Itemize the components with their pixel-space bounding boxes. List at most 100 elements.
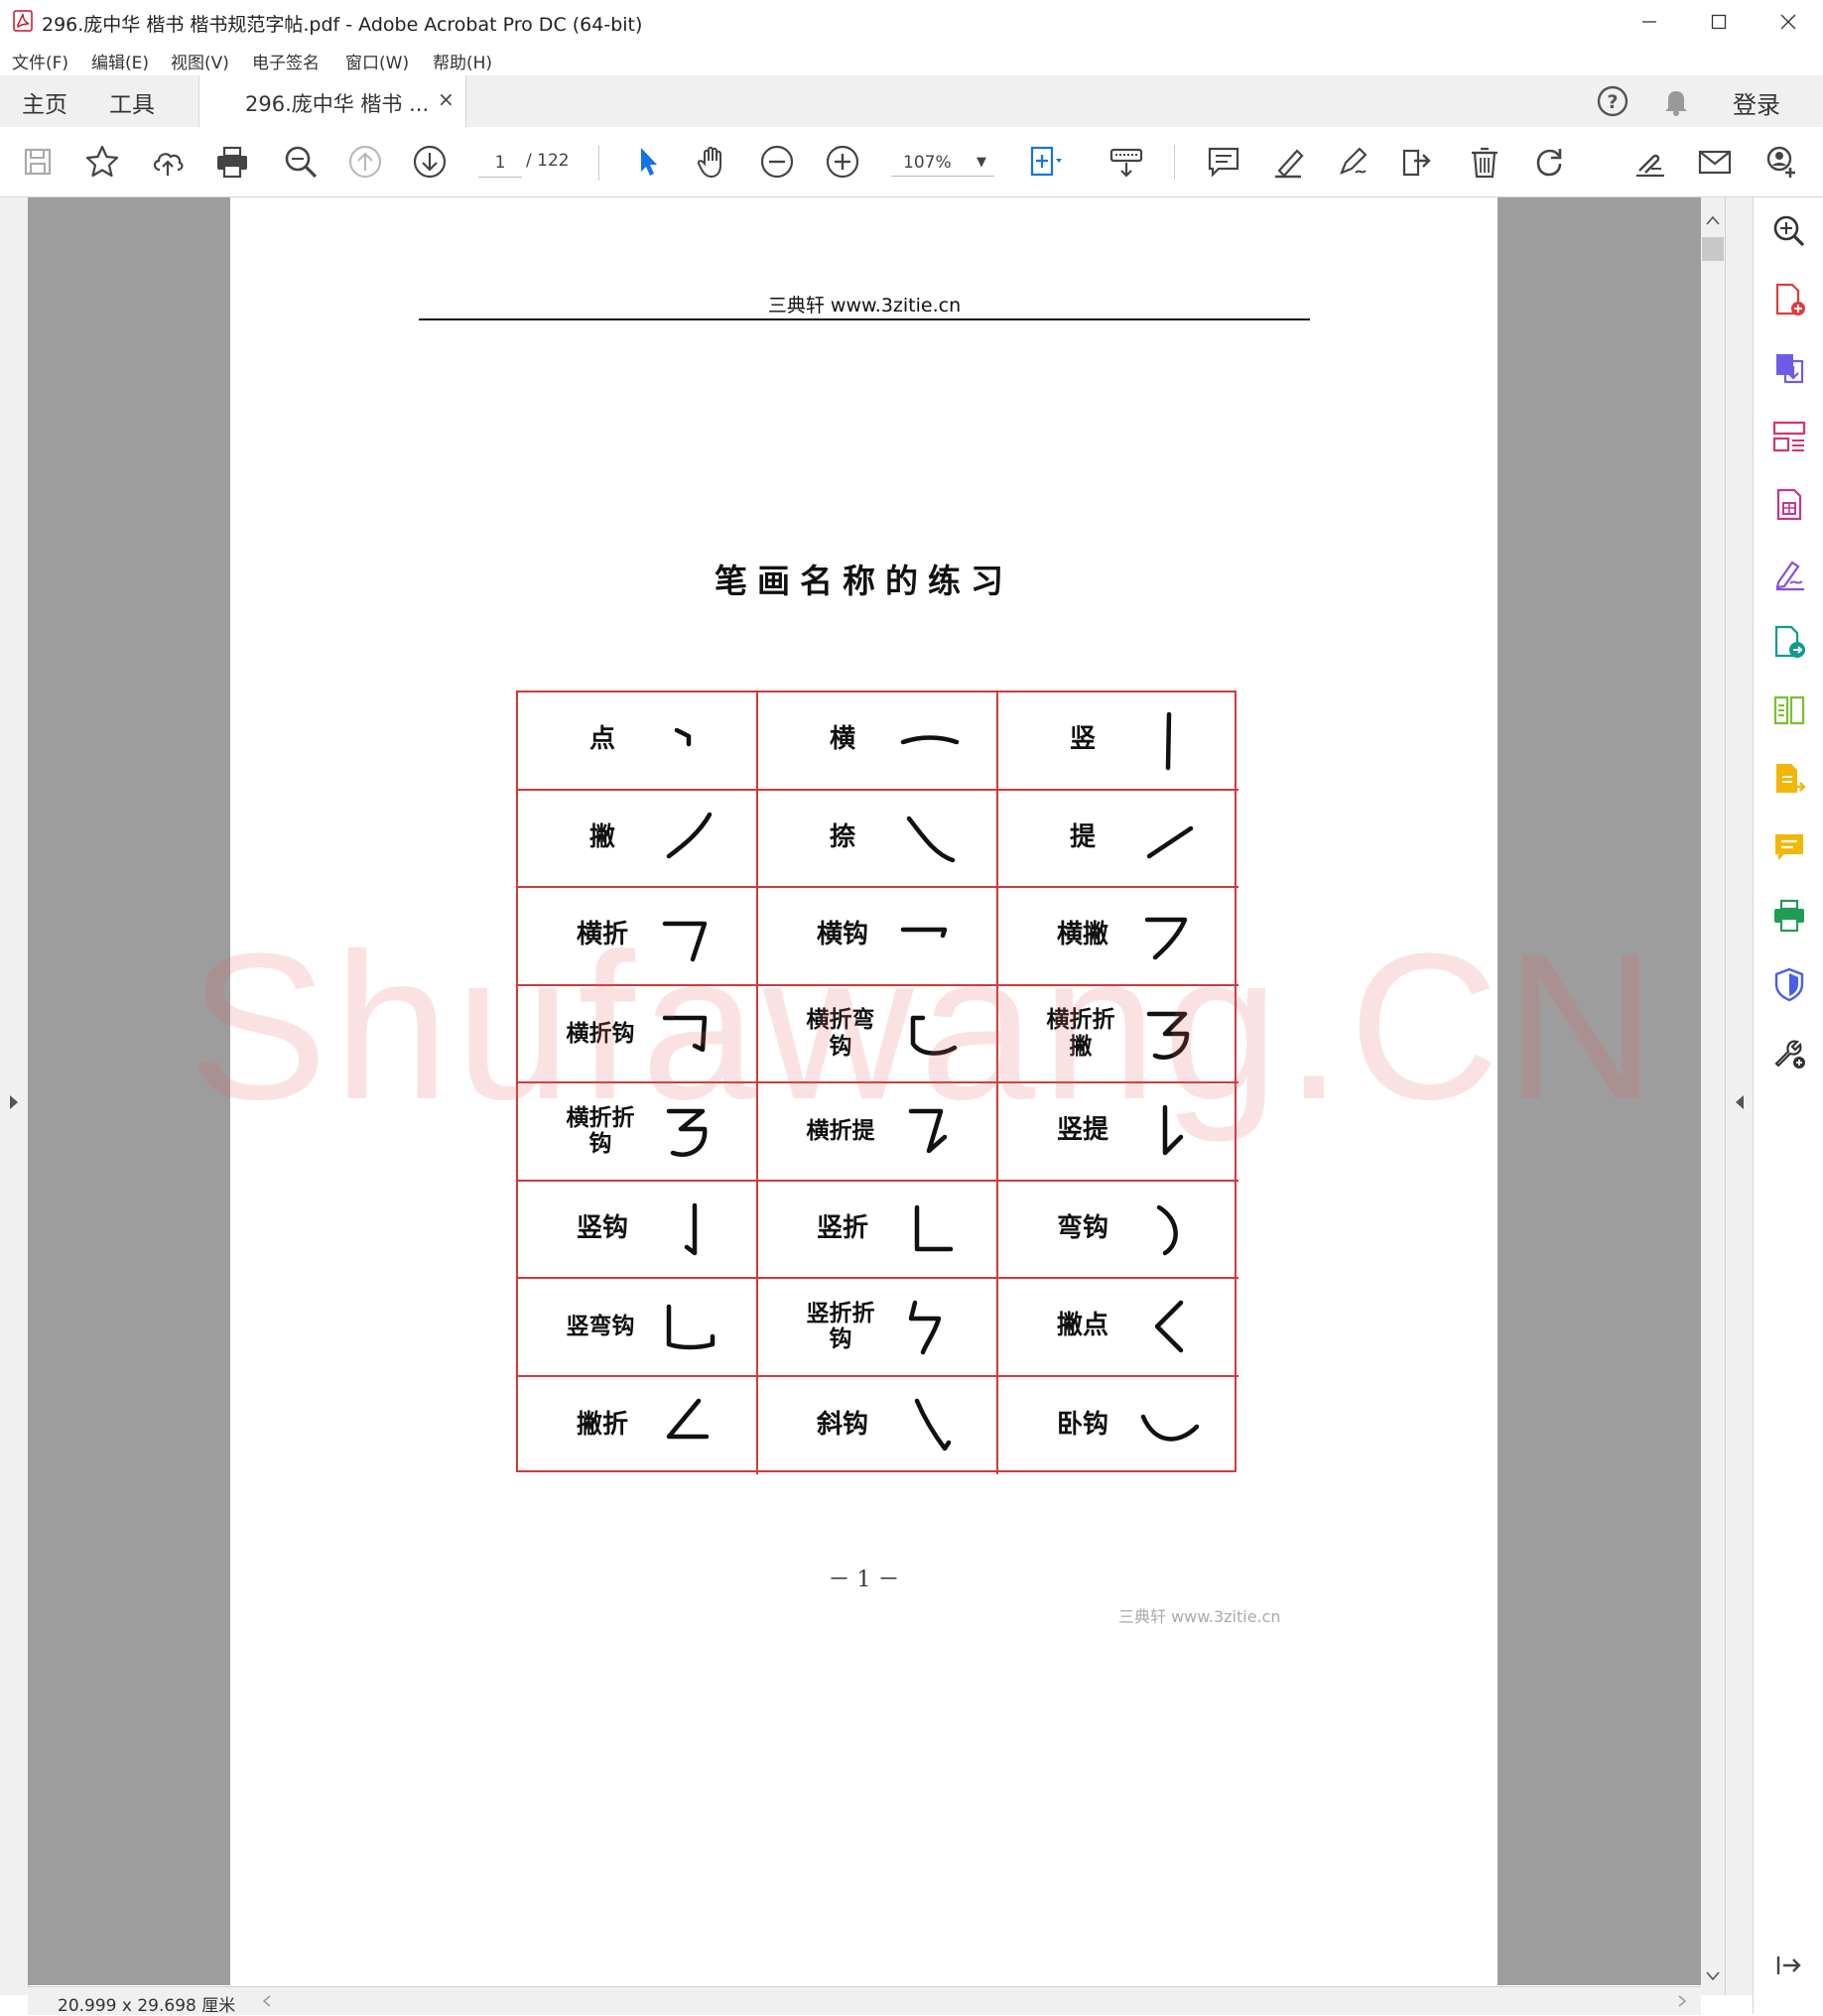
bookmark-button[interactable] — [79, 139, 125, 185]
delete-button[interactable] — [1462, 139, 1507, 185]
help-icon[interactable]: ? — [1596, 84, 1629, 118]
comment-button[interactable] — [1201, 139, 1246, 185]
expand-left-panel-icon[interactable] — [8, 1093, 20, 1111]
zoom-level-select[interactable]: 107% ▼ — [891, 149, 994, 177]
page-number-input[interactable]: 1 — [478, 149, 522, 178]
stroke-cell: 竖折 — [758, 1181, 998, 1279]
hand-tool-button[interactable] — [690, 139, 735, 185]
find-button[interactable] — [278, 139, 324, 185]
tool-protect[interactable] — [1767, 962, 1811, 1006]
stroke-name: 提 — [1069, 821, 1096, 852]
menu-file[interactable]: 文件(F) — [12, 49, 68, 73]
select-tool-button[interactable] — [625, 139, 671, 185]
tool-create-pdf[interactable] — [1767, 278, 1811, 321]
read-mode-button[interactable] — [1104, 139, 1149, 185]
tool-print-production[interactable] — [1767, 894, 1811, 938]
stroke-cell: 横 — [758, 693, 998, 791]
stroke-name: 竖折折钩 — [806, 1299, 875, 1353]
zoom-in-button[interactable] — [820, 139, 865, 185]
tool-export-document[interactable] — [1767, 757, 1811, 801]
previous-page-button[interactable] — [342, 139, 388, 185]
close-icon — [1780, 14, 1796, 30]
stroke-glyph — [674, 727, 692, 747]
stroke-glyph — [906, 816, 956, 862]
next-page-button[interactable] — [407, 139, 453, 185]
scrollbar-thumb[interactable] — [1702, 237, 1724, 261]
toolbar-divider — [1174, 145, 1175, 181]
scroll-left-icon[interactable] — [262, 1995, 272, 2007]
highlight-button[interactable] — [1265, 139, 1311, 185]
menu-view[interactable]: 视图(V) — [171, 49, 229, 73]
comment-bubble-icon — [1775, 834, 1803, 860]
collapse-right-pane-icon[interactable] — [1734, 1093, 1746, 1111]
tab-close-icon[interactable]: × — [438, 87, 455, 111]
sign-button[interactable] — [1330, 139, 1375, 185]
stroke-glyph — [900, 735, 960, 745]
bell-icon[interactable] — [1659, 84, 1693, 118]
stroke-cell: 提 — [998, 791, 1238, 888]
export-button[interactable] — [1394, 139, 1440, 185]
tab-bar: 主页 工具 296.庞中华 楷书 ... × ? 登录 — [0, 75, 1823, 128]
maximize-button[interactable] — [1684, 0, 1754, 44]
share-user-button[interactable] — [1758, 139, 1804, 185]
stroke-glyph — [666, 1304, 716, 1350]
tool-organize-pages[interactable] — [1767, 415, 1811, 458]
minimize-icon — [1642, 21, 1656, 23]
menu-window[interactable]: 窗口(W) — [345, 49, 409, 73]
menu-edit[interactable]: 编辑(E) — [91, 49, 149, 73]
fill-sign-button[interactable] — [1628, 139, 1673, 185]
stroke-glyph — [1140, 1414, 1200, 1442]
print-button[interactable] — [209, 139, 255, 185]
tool-fill-sign[interactable] — [1767, 552, 1811, 595]
acrobat-icon — [13, 10, 33, 32]
stroke-name: 弯钩 — [1056, 1212, 1108, 1243]
stroke-cell: 撇折 — [518, 1376, 758, 1474]
edit-pdf-icon — [1776, 488, 1802, 521]
tool-comment[interactable] — [1767, 825, 1811, 869]
collapse-tools-pane[interactable] — [1767, 1944, 1811, 1987]
vertical-scrollbar[interactable] — [1701, 197, 1725, 1995]
tool-export-pdf[interactable] — [1767, 346, 1811, 390]
tool-more-tools[interactable] — [1767, 1031, 1811, 1074]
close-button[interactable] — [1754, 0, 1823, 44]
rotate-icon — [1536, 149, 1562, 177]
rotate-button[interactable] — [1526, 139, 1572, 185]
stroke-glyph — [914, 1204, 954, 1251]
tab-tools[interactable]: 工具 — [109, 85, 155, 119]
stroke-name: 撇 — [588, 821, 615, 852]
menu-help[interactable]: 帮助(H) — [433, 49, 492, 73]
minimize-button[interactable] — [1615, 0, 1684, 44]
star-icon — [85, 145, 119, 178]
page-fit-button[interactable] — [1022, 139, 1068, 185]
tab-home[interactable]: 主页 — [22, 85, 67, 119]
arrow-down-circle-icon — [413, 145, 447, 179]
stroke-name: 斜钩 — [816, 1409, 868, 1440]
page-title: 笔画名称的练习 — [715, 562, 1013, 600]
tool-search[interactable] — [1767, 209, 1811, 253]
stroke-cell: 竖弯钩 — [518, 1279, 758, 1377]
tool-edit-pdf[interactable] — [1767, 483, 1811, 527]
tool-compare-files[interactable] — [1767, 689, 1811, 732]
window-title: 296.庞中华 楷书 楷书规范字帖.pdf - Adobe Acrobat Pr… — [42, 14, 643, 36]
tab-document[interactable]: 296.庞中华 楷书 ... × — [198, 75, 466, 128]
page-footer: 三典轩 www.3zitie.cn — [1118, 1607, 1281, 1626]
stroke-cell: 卧钩 — [998, 1377, 1238, 1475]
scroll-down-icon[interactable] — [1706, 1971, 1720, 1981]
keyboard-icon — [1109, 148, 1143, 178]
email-button[interactable] — [1692, 139, 1738, 185]
stroke-glyph — [1146, 825, 1194, 858]
tool-send-for-review[interactable] — [1767, 620, 1811, 664]
login-button[interactable]: 登录 — [1733, 85, 1780, 120]
scroll-up-icon[interactable] — [1706, 215, 1720, 225]
maximize-icon — [1711, 14, 1727, 30]
upload-cloud-button[interactable] — [145, 139, 191, 185]
menu-esign[interactable]: 电子签名 — [252, 49, 320, 73]
save-button[interactable] — [15, 139, 61, 185]
scroll-right-icon[interactable] — [1677, 1995, 1687, 2007]
stroke-name: 竖 — [1069, 724, 1096, 755]
search-icon — [285, 146, 318, 179]
shield-icon — [1774, 967, 1804, 1002]
stroke-name: 捺 — [829, 821, 855, 852]
stroke-name: 竖钩 — [576, 1212, 628, 1243]
zoom-out-button[interactable] — [754, 139, 800, 185]
